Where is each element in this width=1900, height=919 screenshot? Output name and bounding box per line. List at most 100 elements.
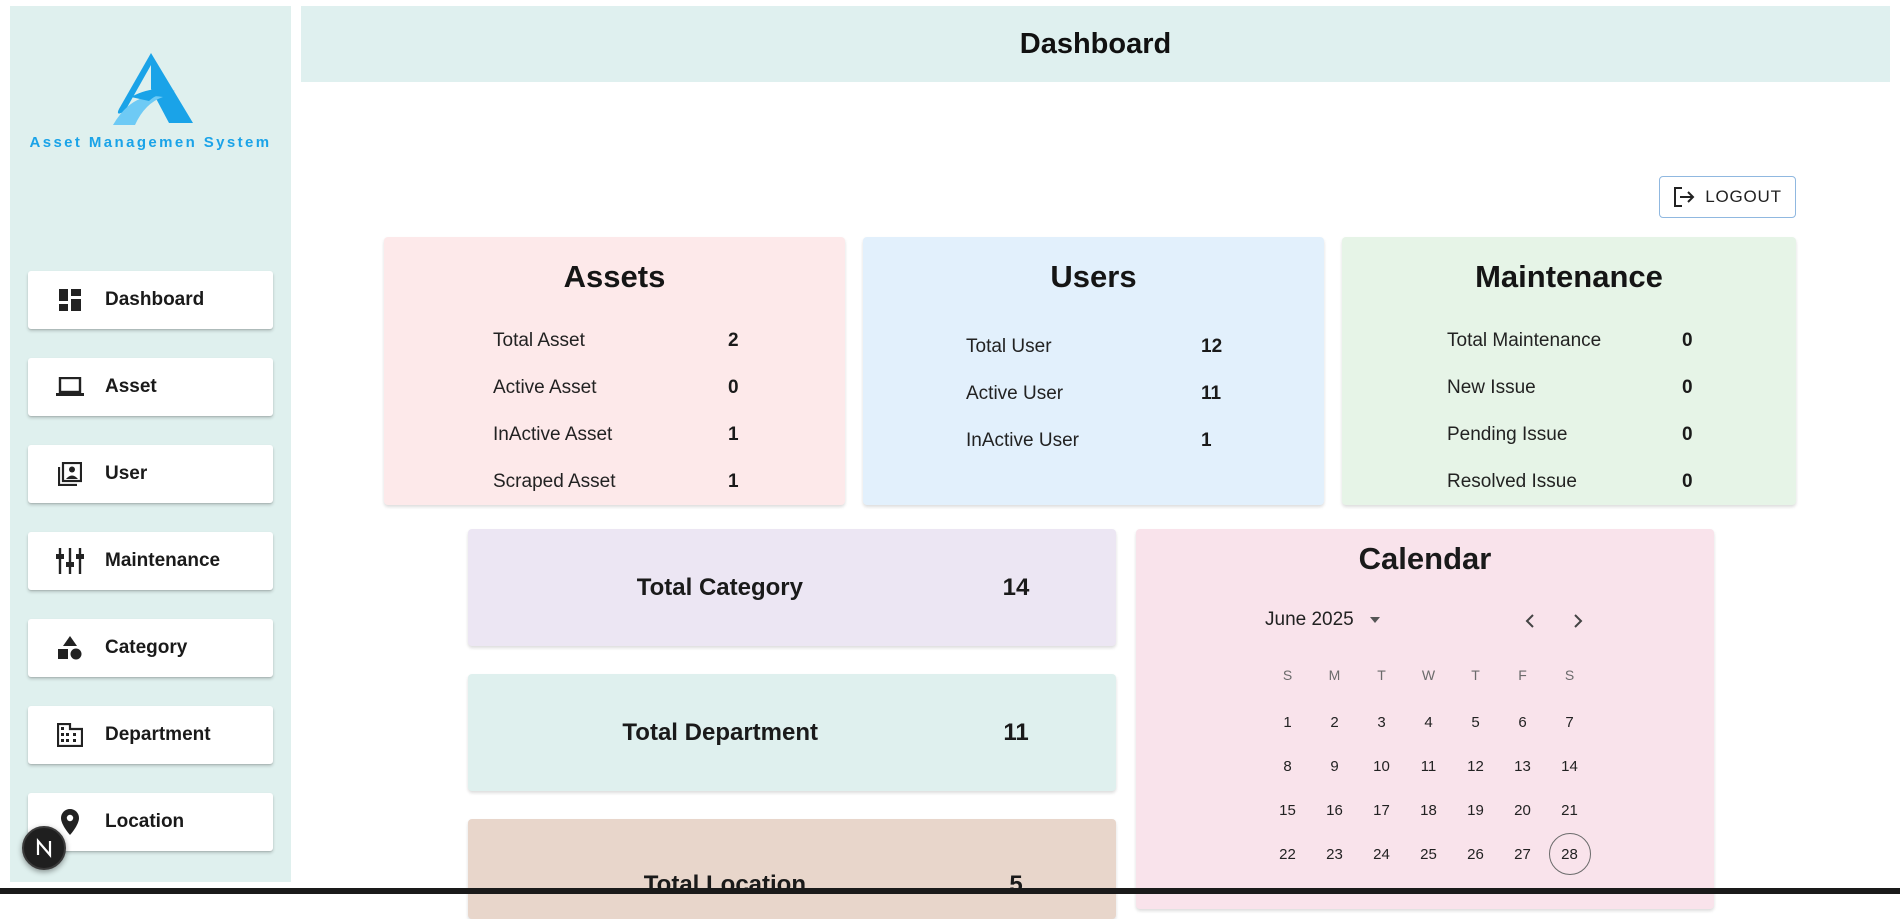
calendar-day[interactable]: 26	[1452, 832, 1499, 876]
stat-label: Pending Issue	[1447, 423, 1568, 445]
stat-label: InActive Asset	[493, 423, 613, 445]
calendar-day[interactable]: 17	[1358, 788, 1405, 832]
total-category-label: Total Category	[636, 573, 803, 601]
sidebar-item-dashboard[interactable]: Dashboard	[28, 271, 273, 329]
calendar-day[interactable]: 11	[1405, 744, 1452, 788]
sidebar: Asset Managemen System Dashboard Asset U…	[10, 6, 291, 882]
today-marker: 28	[1548, 833, 1591, 875]
assets-stats: Total Asset 2 Active Asset 0 InActive Asse…	[493, 317, 739, 505]
sidebar-item-department[interactable]: Department	[28, 706, 273, 764]
calendar-day[interactable]: 20	[1499, 788, 1546, 832]
sidebar-item-label: Maintenance	[105, 550, 221, 571]
dev-tools-badge[interactable]	[22, 826, 66, 870]
total-department-value: 11	[1003, 718, 1029, 746]
calendar-day[interactable]: 5	[1452, 700, 1499, 744]
stat-row: Scraped Asset 1	[493, 458, 739, 505]
sidebar-item-label: Dashboard	[105, 289, 205, 310]
calendar-grid: S M T W T F S 1 2 3 4 5 6 7 8 9 10 11 12…	[1264, 653, 1593, 876]
calendar-day[interactable]: 3	[1358, 700, 1405, 744]
calendar-day[interactable]: 9	[1311, 744, 1358, 788]
month-selector[interactable]: June 2025	[1265, 609, 1382, 631]
weekday-label: S	[1564, 667, 1575, 683]
app-logo[interactable]: Asset Managemen System	[10, 51, 291, 152]
stat-row: InActive User 1	[966, 417, 1222, 464]
calendar-day[interactable]: 22	[1264, 832, 1311, 876]
sidebar-item-label: Department	[105, 724, 211, 745]
stat-row: InActive Asset 1	[493, 411, 739, 458]
calendar-day[interactable]: 25	[1405, 832, 1452, 876]
calendar-day[interactable]: 15	[1264, 788, 1311, 832]
logout-button[interactable]: LOGOUT	[1659, 176, 1796, 218]
next-month-button[interactable]	[1564, 607, 1592, 635]
calendar-day[interactable]: 14	[1546, 744, 1593, 788]
total-category-value: 14	[1002, 573, 1030, 601]
logout-label: LOGOUT	[1705, 187, 1782, 206]
sidebar-item-maintenance[interactable]: Maintenance	[28, 532, 273, 590]
weekday-label: T	[1377, 667, 1386, 683]
logo-mark-icon	[112, 53, 193, 125]
app-logo-text: Asset Managemen System	[29, 134, 272, 151]
calendar-day[interactable]: 12	[1452, 744, 1499, 788]
stat-row: Active User 11	[966, 370, 1222, 417]
calendar-day[interactable]: 16	[1311, 788, 1358, 832]
stat-value: 0	[1682, 376, 1693, 398]
dashboard-icon	[56, 286, 84, 314]
total-department-label: Total Department	[622, 718, 818, 746]
calendar-day[interactable]: 27	[1499, 832, 1546, 876]
page-title: Dashboard	[1019, 27, 1172, 60]
tune-sliders-icon	[56, 547, 84, 575]
calendar-day[interactable]: 6	[1499, 700, 1546, 744]
calendar-day[interactable]: 1	[1264, 700, 1311, 744]
stat-value: 1	[728, 470, 739, 492]
stat-row: Total Asset 2	[493, 317, 739, 364]
calendar-week: 8 9 10 11 12 13 14	[1264, 744, 1593, 788]
stat-value: 0	[728, 376, 739, 398]
total-location-card: Total Location 5	[468, 819, 1116, 919]
maintenance-card-title: Maintenance	[1475, 259, 1663, 294]
calendar-day[interactable]: 19	[1452, 788, 1499, 832]
stat-label: Scraped Asset	[493, 470, 616, 492]
chevron-left-icon	[1525, 614, 1534, 628]
calendar-day[interactable]: 7	[1546, 700, 1593, 744]
calendar-card: Calendar June 2025 S M T W T F S 1 2 3 4…	[1136, 529, 1714, 909]
calendar-day[interactable]: 13	[1499, 744, 1546, 788]
calendar-week: 15 16 17 18 19 20 21	[1264, 788, 1593, 832]
maintenance-stats: Total Maintenance 0 New Issue 0 Pending Is…	[1447, 317, 1693, 505]
previous-month-button[interactable]	[1516, 607, 1544, 635]
calendar-day[interactable]: 24	[1358, 832, 1405, 876]
contact-book-icon	[56, 460, 84, 488]
calendar-day[interactable]: 8	[1264, 744, 1311, 788]
stat-label: Total User	[966, 335, 1052, 357]
sidebar-item-label: Asset	[105, 376, 157, 397]
weekday-label: M	[1328, 667, 1341, 683]
users-card-title: Users	[1050, 259, 1137, 294]
stat-row: Pending Issue 0	[1447, 411, 1693, 458]
stat-row: Active Asset 0	[493, 364, 739, 411]
sidebar-item-category[interactable]: Category	[28, 619, 273, 677]
stat-value: 1	[728, 423, 739, 445]
stat-label: Active User	[966, 382, 1064, 404]
sidebar-item-asset[interactable]: Asset	[28, 358, 273, 416]
weekday-label: S	[1282, 667, 1293, 683]
weekday-header: S M T W T F S	[1264, 653, 1593, 697]
calendar-week: 22 23 24 25 26 27 28	[1264, 832, 1593, 876]
calendar-day[interactable]: 2	[1311, 700, 1358, 744]
laptop-icon	[56, 373, 84, 401]
sidebar-item-user[interactable]: User	[28, 445, 273, 503]
calendar-day[interactable]: 21	[1546, 788, 1593, 832]
sidebar-item-label: Category	[105, 637, 188, 658]
month-label: June 2025	[1265, 609, 1354, 630]
calendar-day[interactable]: 10	[1358, 744, 1405, 788]
total-department-card: Total Department 11	[468, 674, 1116, 791]
calendar-title: Calendar	[1358, 541, 1492, 576]
calendar-day[interactable]: 18	[1405, 788, 1452, 832]
stat-label: Active Asset	[493, 376, 597, 398]
calendar-day[interactable]: 4	[1405, 700, 1452, 744]
stat-value: 1	[1201, 429, 1212, 451]
users-stats: Total User 12 Active User 11 InActive User…	[966, 323, 1222, 464]
stat-row: Total User 12	[966, 323, 1222, 370]
calendar-day[interactable]: 23	[1311, 832, 1358, 876]
calendar-day-today[interactable]: 28	[1546, 832, 1593, 876]
stat-row: New Issue 0	[1447, 364, 1693, 411]
maintenance-card: Maintenance Total Maintenance 0 New Issue…	[1342, 237, 1796, 505]
